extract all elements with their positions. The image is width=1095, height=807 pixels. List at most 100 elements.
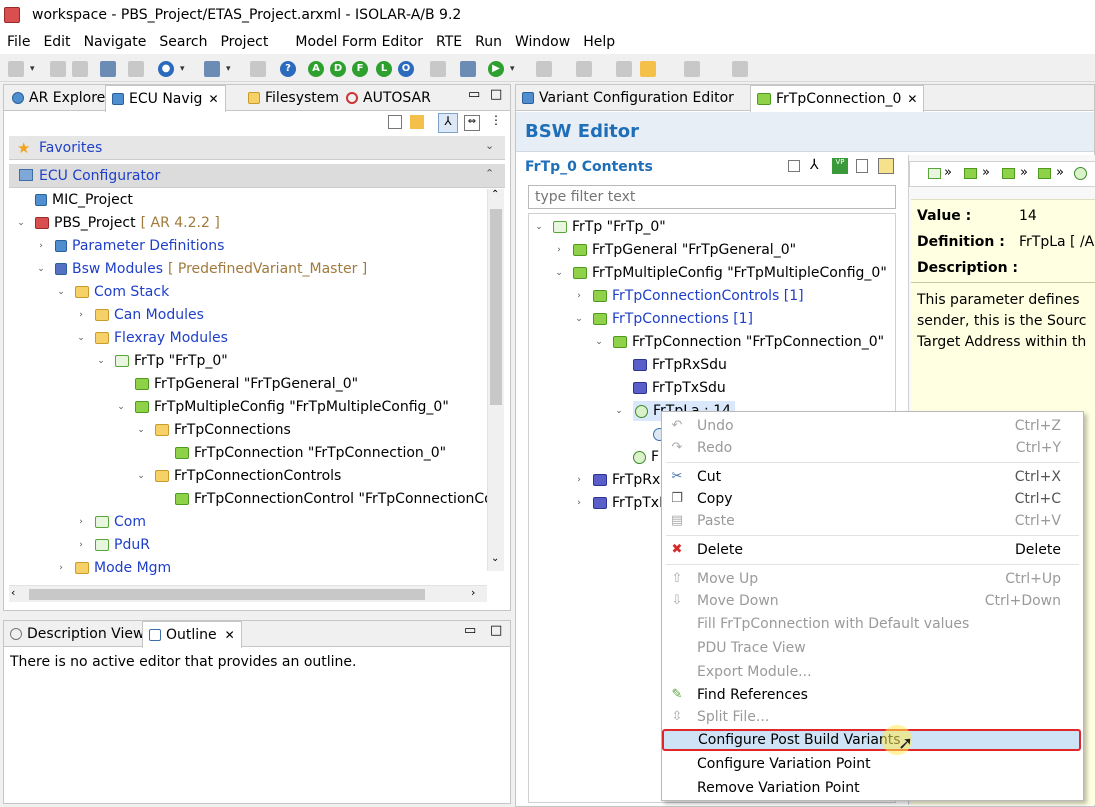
- r-icon[interactable]: [460, 61, 476, 77]
- container-icon[interactable]: [964, 168, 977, 179]
- tree-item-frtpgeneral[interactable]: FrTpGeneral "FrTpGeneral_0": [115, 373, 358, 395]
- menu-item-move-up[interactable]: ⇧ Move Up Ctrl+Up: [662, 568, 1083, 590]
- back-icon[interactable]: [640, 61, 656, 77]
- menu-help[interactable]: Help: [583, 34, 615, 50]
- save-all-icon[interactable]: [72, 61, 88, 77]
- tool-a-icon[interactable]: A: [308, 61, 324, 77]
- tree-item-mode-mgm[interactable]: › Mode Mgm: [55, 557, 171, 579]
- maximize-icon[interactable]: □: [490, 87, 502, 102]
- vp-icon[interactable]: VP: [832, 158, 848, 174]
- tool-d-icon[interactable]: D: [330, 61, 346, 77]
- filter-icon[interactable]: ⅄: [810, 157, 819, 173]
- run-dropdown-icon[interactable]: ▾: [510, 61, 516, 77]
- tree-item-frtprxpdu[interactable]: › FrTpRxl: [573, 469, 664, 491]
- filter-input[interactable]: [528, 185, 896, 209]
- scroll-thumb-h[interactable]: [29, 589, 425, 600]
- expand-chevron-icon[interactable]: ⌄: [485, 139, 494, 152]
- menu-search[interactable]: Search: [159, 34, 207, 50]
- tree-item-frtprxsdu[interactable]: FrTpRxSdu: [613, 354, 727, 376]
- tree-item-com[interactable]: › Com: [75, 511, 146, 533]
- scroll-down-icon[interactable]: ⌄: [491, 553, 499, 564]
- tree-item-frtpconnectioncontrols[interactable]: ⌄ FrTpConnectionControls: [135, 465, 341, 487]
- favorites-section[interactable]: ★ Favorites ⌄: [9, 136, 505, 160]
- new-icon[interactable]: [8, 61, 24, 77]
- collapse-chevron-icon[interactable]: ⌃: [485, 167, 494, 180]
- scroll-right-icon[interactable]: ›: [471, 586, 475, 599]
- menu-file[interactable]: File: [7, 34, 30, 50]
- tab-variant-configuration-editor[interactable]: Variant Configuration Editor: [516, 85, 740, 111]
- menu-item-pdu-trace-view[interactable]: PDU Trace View: [662, 637, 1083, 659]
- tool-o-icon[interactable]: O: [398, 61, 414, 77]
- scroll-up-icon[interactable]: ⌃: [491, 189, 499, 200]
- tab-autosar[interactable]: AUTOSAR: [340, 85, 437, 111]
- menu-item-remove-variation-point[interactable]: Remove Variation Point: [662, 777, 1083, 799]
- edit-icon[interactable]: [128, 61, 144, 77]
- minimize-icon[interactable]: ▭: [464, 623, 476, 638]
- tree-item-frtp[interactable]: ⌄ FrTp "FrTp_0": [533, 216, 665, 238]
- tree-item-frtpconnectioncontrol[interactable]: FrTpConnectionControl "FrTpConnectionCon: [155, 488, 487, 510]
- tool-f-icon[interactable]: F: [352, 61, 368, 77]
- collapse-all-icon[interactable]: [388, 115, 402, 129]
- menu-item-export-module[interactable]: Export Module...: [662, 661, 1083, 683]
- tree-item-frtptxpdu[interactable]: › FrTpTxP: [573, 492, 667, 514]
- container-icon[interactable]: [1038, 168, 1051, 179]
- link-editor-icon[interactable]: [410, 115, 424, 129]
- tab-frtpconnection[interactable]: FrTpConnection_0 ✕: [750, 85, 925, 112]
- menu-item-split-file[interactable]: ⇳ Split File...: [662, 706, 1083, 728]
- close-icon[interactable]: ✕: [907, 92, 917, 106]
- close-icon[interactable]: ✕: [208, 92, 218, 106]
- tree-item-f[interactable]: F: [613, 446, 659, 468]
- tree-item-frtpmultipleconfig[interactable]: ⌄ FrTpMultipleConfig "FrTpMultipleConfig_…: [115, 396, 449, 418]
- settings-icon[interactable]: [430, 61, 446, 77]
- tree-item-can-modules[interactable]: › Can Modules: [75, 304, 204, 326]
- new-dropdown-icon[interactable]: ▾: [30, 61, 36, 77]
- minimize-icon[interactable]: ▭: [468, 87, 480, 102]
- parameter-icon[interactable]: [1074, 167, 1087, 180]
- target-dropdown-icon[interactable]: ▾: [180, 61, 186, 77]
- tree-item-bsw-modules[interactable]: ⌄ Bsw Modules[ PredefinedVariant_Master ]: [35, 258, 367, 280]
- tree-item-frtpconnection[interactable]: ⌄ FrTpConnection "FrTpConnection_0": [593, 331, 884, 353]
- menu-item-fill-defaults[interactable]: Fill FrTpConnection with Default values: [662, 613, 1083, 635]
- run-icon[interactable]: ▶: [488, 61, 504, 77]
- table-icon[interactable]: [878, 158, 894, 174]
- save-icon[interactable]: [50, 61, 66, 77]
- tool-l-icon[interactable]: L: [376, 61, 392, 77]
- navigator-horizontal-scrollbar[interactable]: ‹ ›: [9, 585, 487, 602]
- search-icon[interactable]: [250, 61, 266, 77]
- back-nav-icon[interactable]: [616, 61, 632, 77]
- tab-filesystem[interactable]: Filesystem: [242, 85, 345, 111]
- menu-project[interactable]: Project: [220, 34, 268, 50]
- menu-item-cut[interactable]: ✂ Cut Ctrl+X: [662, 466, 1083, 488]
- tree-item-frtpgeneral[interactable]: › FrTpGeneral "FrTpGeneral_0": [553, 239, 796, 261]
- tree-item-pdur[interactable]: › PduR: [75, 534, 150, 556]
- menu-navigate[interactable]: Navigate: [84, 34, 147, 50]
- forward-icon[interactable]: [684, 61, 700, 77]
- tree-item-frtpconnection[interactable]: FrTpConnection "FrTpConnection_0": [155, 442, 446, 464]
- collapse-all-icon[interactable]: [788, 160, 800, 172]
- tree-item-pbs-project[interactable]: ⌄ PBS_Project[ AR 4.2.2 ]: [15, 212, 220, 234]
- select-icon[interactable]: [100, 61, 116, 77]
- menu-window[interactable]: Window: [515, 34, 570, 50]
- scroll-left-icon[interactable]: ‹: [11, 586, 15, 599]
- maximize-icon[interactable]: □: [490, 623, 502, 638]
- menu-item-copy[interactable]: ❐ Copy Ctrl+C: [662, 488, 1083, 510]
- menu-item-configure-post-build-variants[interactable]: Configure Post Build Variants ➚: [662, 725, 1081, 755]
- menu-rte[interactable]: RTE: [436, 34, 462, 50]
- menu-item-move-down[interactable]: ⇩ Move Down Ctrl+Down: [662, 590, 1083, 612]
- view-menu-icon[interactable]: ⋮: [490, 113, 502, 127]
- tree-item-frtp[interactable]: ⌄ FrTp "FrTp_0": [95, 350, 227, 372]
- menu-item-redo[interactable]: ↷ Redo Ctrl+Y: [662, 437, 1083, 459]
- menu-item-configure-variation-point[interactable]: Configure Variation Point: [662, 753, 1083, 775]
- menu-item-paste[interactable]: ▤ Paste Ctrl+V: [662, 510, 1083, 532]
- tab-outline[interactable]: Outline ✕: [142, 621, 242, 648]
- module-icon[interactable]: [928, 168, 941, 179]
- tree-item-com-stack[interactable]: ⌄ Com Stack: [55, 281, 169, 303]
- menu-run[interactable]: Run: [475, 34, 502, 50]
- menu-item-delete[interactable]: ✖ Delete Delete: [662, 539, 1083, 561]
- scroll-thumb[interactable]: [490, 209, 502, 405]
- run-config-dropdown-icon[interactable]: ▾: [226, 61, 232, 77]
- tab-ar-explorer[interactable]: AR Explore: [6, 85, 111, 111]
- menu-model-form-editor[interactable]: Model Form Editor: [295, 34, 423, 50]
- help-icon[interactable]: ?: [280, 61, 296, 77]
- tree-item-frtptxsdu[interactable]: FrTpTxSdu: [613, 377, 726, 399]
